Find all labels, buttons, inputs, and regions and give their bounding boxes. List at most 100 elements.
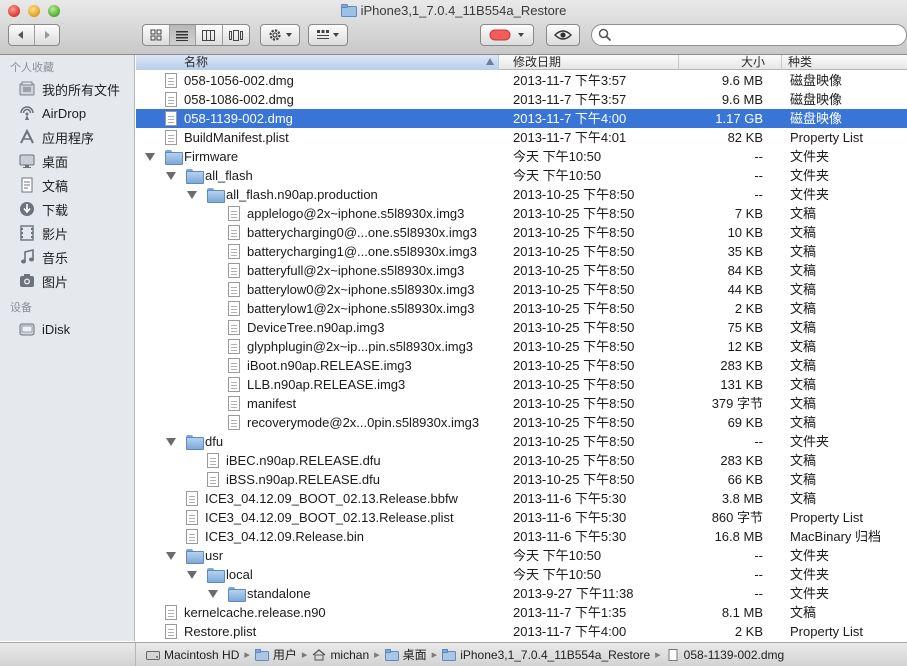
file-row[interactable]: kernelcache.release.n90 2013-11-7 下午1:35 8… <box>136 603 907 622</box>
sidebar-item-all-files[interactable]: 我的所有文件 <box>0 77 134 101</box>
folder-row[interactable]: usr 今天 下午10:50 -- 文件夹 <box>136 546 907 565</box>
file-size: 9.6 MB <box>721 92 763 107</box>
file-row[interactable]: batteryfull@2x~iphone.s5l8930x.img3 2013-… <box>136 261 907 280</box>
sidebar-item-downloads[interactable]: 下载 <box>0 197 134 221</box>
sidebar-item-movies[interactable]: 影片 <box>0 221 134 245</box>
path-segment-label: iPhone3,1_7.0.4_11B554a_Restore <box>460 647 651 662</box>
file-row[interactable]: 058-1056-002.dmg 2013-11-7 下午3:57 9.6 MB 磁盘… <box>136 71 907 90</box>
disclosure-triangle-icon[interactable] <box>186 565 198 584</box>
icon-view-button[interactable] <box>143 25 170 45</box>
file-row[interactable]: LLB.n90ap.RELEASE.img3 2013-10-25 下午8:50 1… <box>136 375 907 394</box>
coverflow-view-button[interactable] <box>223 25 249 45</box>
file-row[interactable]: iBoot.n90ap.RELEASE.img3 2013-10-25 下午8:5… <box>136 356 907 375</box>
file-kind: 文件夹 <box>790 434 830 449</box>
path-segment[interactable]: 桌面 <box>384 646 427 663</box>
disclosure-triangle-icon[interactable] <box>186 185 198 204</box>
file-row[interactable]: applelogo@2x~iphone.s5l8930x.img3 2013-10… <box>136 204 907 223</box>
file-name: usr <box>205 548 224 563</box>
quick-look-button[interactable] <box>547 25 579 45</box>
sidebar-item-music[interactable]: 音乐 <box>0 245 134 269</box>
path-separator-icon: ▸ <box>374 649 380 661</box>
pictures-icon <box>18 272 36 290</box>
back-button[interactable] <box>9 25 35 45</box>
action-menu-button[interactable] <box>261 25 299 45</box>
file-row[interactable]: batterylow1@2x~iphone.s5l8930x.img3 2013-… <box>136 299 907 318</box>
path-segment[interactable]: 用户 <box>254 646 297 663</box>
file-row[interactable]: glyphplugin@2x~ip...pin.s5l8930x.img3 201… <box>136 337 907 356</box>
file-row[interactable]: batterycharging1@...one.s5l8930x.img3 201… <box>136 242 907 261</box>
column-header-date[interactable]: 修改日期 <box>507 55 679 70</box>
folder-row[interactable]: all_flash.n90ap.production 2013-10-25 下午8… <box>136 185 907 204</box>
path-segment[interactable]: iPhone3,1_7.0.4_11B554a_Restore <box>442 648 650 662</box>
file-kind: 文稿 <box>790 282 817 297</box>
file-size: -- <box>754 548 763 563</box>
folder-row[interactable]: Firmware 今天 下午10:50 -- 文件夹 <box>136 147 907 166</box>
sidebar-item-documents[interactable]: 文稿 <box>0 173 134 197</box>
document-icon <box>228 377 240 392</box>
path-segment-label: 桌面 <box>402 648 427 662</box>
path-segment[interactable]: 058-1139-002.dmg <box>666 648 784 662</box>
document-icon <box>186 491 198 506</box>
file-row[interactable]: iBSS.n90ap.RELEASE.dfu 2013-10-25 下午8:50 6… <box>136 470 907 489</box>
file-row[interactable]: ICE3_04.12.09_BOOT_02.13.Release.bbfw 201… <box>136 489 907 508</box>
idisk-icon <box>18 320 36 338</box>
chevron-down-icon <box>332 33 339 37</box>
column-view-button[interactable] <box>196 25 223 45</box>
disclosure-triangle-icon[interactable] <box>207 584 219 603</box>
chevron-left-icon <box>18 31 24 39</box>
document-icon <box>165 605 177 620</box>
disclosure-triangle-icon[interactable] <box>144 147 156 166</box>
forward-button[interactable] <box>35 25 60 45</box>
coverflow-view-icon <box>228 29 243 41</box>
sidebar-item-desktop[interactable]: 桌面 <box>0 149 134 173</box>
file-row[interactable]: BuildManifest.plist 2013-11-7 下午4:01 82 KB… <box>136 128 907 147</box>
file-date: 2013-10-25 下午8:50 <box>513 301 635 316</box>
path-segment[interactable]: Macintosh HD <box>146 648 239 662</box>
tags-menu <box>480 24 534 46</box>
column-header-size[interactable]: 大小 <box>679 55 782 70</box>
path-segment-label: Macintosh HD <box>164 647 240 662</box>
search-field[interactable] <box>591 24 907 46</box>
file-kind: 文稿 <box>790 453 817 468</box>
file-row[interactable]: batterylow0@2x~iphone.s5l8930x.img3 2013-… <box>136 280 907 299</box>
file-date: 2013-10-25 下午8:50 <box>513 244 635 259</box>
disclosure-triangle-icon[interactable] <box>165 546 177 565</box>
list-view-button[interactable] <box>169 25 196 45</box>
sidebar-item-pictures[interactable]: 图片 <box>0 269 134 293</box>
folder-row[interactable]: all_flash 今天 下午10:50 -- 文件夹 <box>136 166 907 185</box>
file-row[interactable]: manifest 2013-10-25 下午8:50 379 字节 文稿 <box>136 394 907 413</box>
sidebar-item-label: 下载 <box>42 202 69 218</box>
disclosure-triangle-icon[interactable] <box>165 166 177 185</box>
file-row[interactable]: iBEC.n90ap.RELEASE.dfu 2013-10-25 下午8:50 2… <box>136 451 907 470</box>
file-size: 2 KB <box>734 301 763 316</box>
file-rows: 058-1056-002.dmg 2013-11-7 下午3:57 9.6 MB 磁盘… <box>136 71 907 641</box>
search-input[interactable] <box>616 27 896 43</box>
sidebar-item-airdrop[interactable]: AirDrop <box>0 101 134 125</box>
file-row[interactable]: 058-1139-002.dmg 2013-11-7 下午4:00 1.17 GB 磁… <box>136 109 907 128</box>
file-row[interactable]: batterycharging0@...one.s5l8930x.img3 201… <box>136 223 907 242</box>
file-row[interactable]: Restore.plist 2013-11-7 下午4:00 2 KB Propert… <box>136 622 907 641</box>
file-date: 2013-10-25 下午8:50 <box>513 206 635 221</box>
folder-row[interactable]: local 今天 下午10:50 -- 文件夹 <box>136 565 907 584</box>
file-row[interactable]: ICE3_04.12.09_BOOT_02.13.Release.plist 20… <box>136 508 907 527</box>
tags-menu-button[interactable] <box>481 25 533 45</box>
document-icon <box>228 320 240 335</box>
file-row[interactable]: ICE3_04.12.09.Release.bin 2013-11-6 下午5:3… <box>136 527 907 546</box>
file-row[interactable]: recoverymode@2x...0pin.s5l8930x.img3 2013… <box>136 413 907 432</box>
arrange-menu-button[interactable] <box>309 25 347 45</box>
document-icon <box>165 111 177 126</box>
sidebar-item-idisk[interactable]: iDisk <box>0 317 134 341</box>
sidebar-item-label: 影片 <box>42 226 69 242</box>
file-row[interactable]: DeviceTree.n90ap.img3 2013-10-25 下午8:50 75… <box>136 318 907 337</box>
file-row[interactable]: 058-1086-002.dmg 2013-11-7 下午3:57 9.6 MB 磁盘… <box>136 90 907 109</box>
column-header-kind[interactable]: 种类 <box>782 55 907 70</box>
folder-row[interactable]: standalone 2013-9-27 下午11:38 -- 文件夹 <box>136 584 907 603</box>
file-size: -- <box>754 434 763 449</box>
disclosure-triangle-icon[interactable] <box>165 432 177 451</box>
sidebar-item-applications[interactable]: 应用程序 <box>0 125 134 149</box>
folder-row[interactable]: dfu 2013-10-25 下午8:50 -- 文件夹 <box>136 432 907 451</box>
file-size: 283 KB <box>720 358 763 373</box>
path-segment[interactable]: michan <box>312 648 369 662</box>
file-kind: Property List <box>790 624 863 639</box>
column-header-name[interactable]: 名称 <box>136 55 499 70</box>
